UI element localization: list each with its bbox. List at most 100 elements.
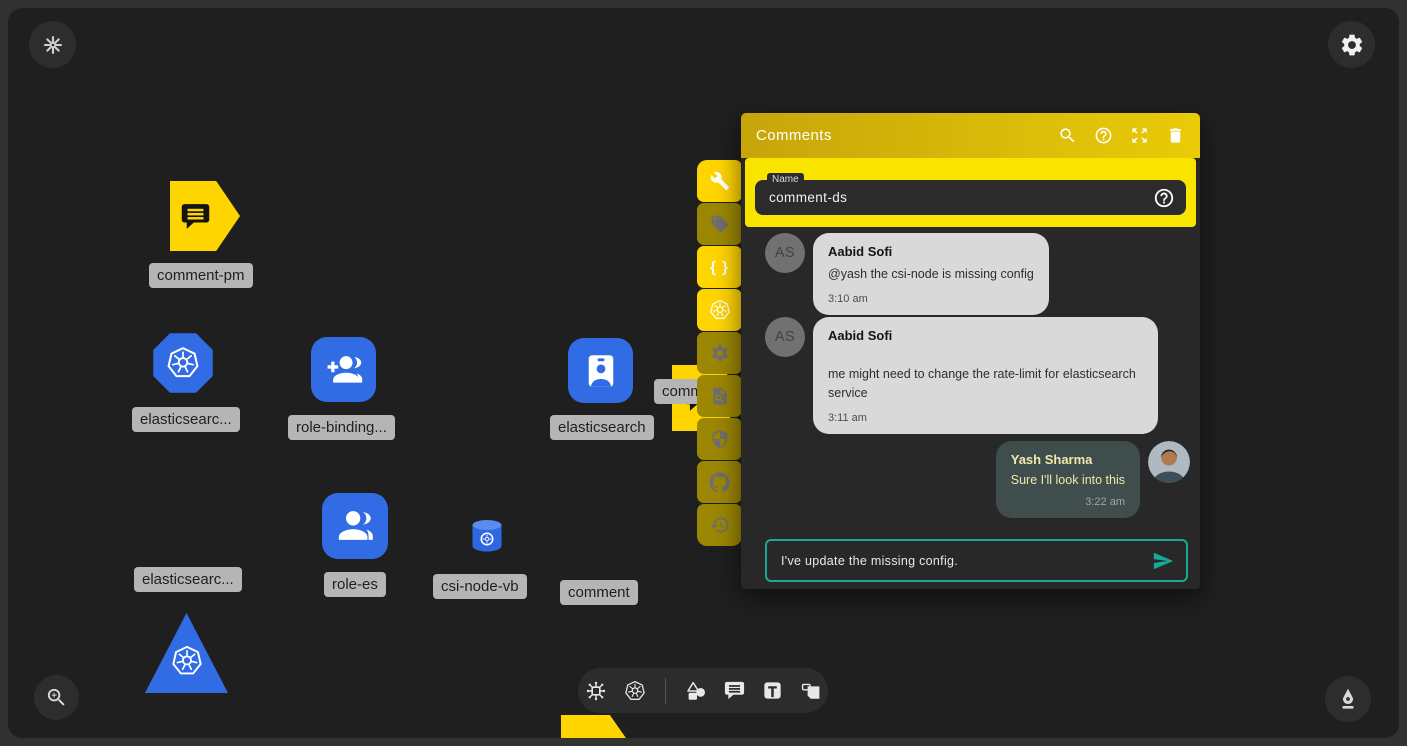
node-label: elasticsearc...: [132, 407, 240, 432]
node-role-binding[interactable]: [311, 337, 376, 402]
message-bubble: Aabid Sofi @yash the csi-node is missing…: [813, 233, 1049, 315]
send-button[interactable]: [1152, 550, 1174, 572]
node-csi-node-vb[interactable]: [469, 519, 505, 555]
gear-icon: [710, 343, 730, 363]
node-elasticsearch-serviceaccount[interactable]: [568, 338, 633, 403]
name-input[interactable]: [755, 190, 1153, 205]
comments-panel-header[interactable]: Comments: [741, 113, 1200, 158]
file-search-icon: [710, 386, 730, 406]
node-elasticsearch-triangle[interactable]: [145, 613, 228, 693]
history-button[interactable]: [697, 504, 742, 546]
json-config-button[interactable]: { }: [697, 246, 742, 288]
kubernetes-button[interactable]: [697, 289, 742, 331]
help-icon[interactable]: [1153, 187, 1175, 209]
component-graph-icon: [584, 679, 608, 703]
node-action-toolbar: { }: [697, 160, 742, 547]
inspect-file-button[interactable]: [697, 375, 742, 417]
role-binding-icon: [323, 349, 365, 391]
message-bubble: Yash Sharma Sure I'll look into this 3:2…: [996, 441, 1140, 518]
message-text: Sure I'll look into this: [1011, 471, 1125, 490]
comment-icon: [571, 735, 605, 738]
note-icon: [799, 679, 823, 703]
note-tool[interactable]: [799, 679, 823, 703]
node-role-es[interactable]: [322, 493, 388, 559]
send-icon: [1152, 550, 1174, 572]
help-icon[interactable]: [1094, 126, 1113, 145]
message-author: Yash Sharma: [1011, 452, 1125, 467]
kubernetes-icon: [708, 298, 732, 322]
message-author: Aabid Sofi: [828, 244, 1034, 259]
name-field[interactable]: Name: [755, 180, 1186, 215]
chat-message: AS Aabid Sofi @yash the csi-node is miss…: [765, 233, 1049, 315]
node-label: csi-node-vb: [433, 574, 527, 599]
shield-icon: [710, 429, 730, 449]
panel-title: Comments: [756, 127, 832, 144]
node-label: elasticsearc...: [134, 567, 242, 592]
message-time: 3:11 am: [828, 412, 1143, 424]
name-field-section: Name: [745, 158, 1196, 227]
design-canvas[interactable]: comment-pm elasticsearc... role-binding.…: [8, 8, 1399, 738]
avatar-photo: [1148, 441, 1190, 483]
comment-icon: [723, 679, 746, 702]
chat-input-container: [765, 539, 1188, 582]
chat-message-input[interactable]: [779, 553, 1152, 569]
pen-nib-icon: [1336, 687, 1360, 711]
component-graph-tool[interactable]: [584, 679, 608, 703]
settings-button[interactable]: [1328, 21, 1375, 68]
kubernetes-icon: [164, 344, 202, 382]
message-text: me might need to change the rate-limit f…: [828, 365, 1143, 403]
kubernetes-icon: [169, 643, 205, 679]
delete-icon[interactable]: [1166, 126, 1185, 145]
kubernetes-icon: [623, 679, 647, 703]
settings-action-button[interactable]: [697, 332, 742, 374]
message-time: 3:10 am: [828, 293, 1034, 305]
message-author: Aabid Sofi: [828, 328, 1143, 343]
configure-button[interactable]: [697, 160, 742, 202]
node-label: comment-pm: [149, 263, 253, 288]
wrench-icon: [710, 171, 730, 191]
app-menu-button[interactable]: [29, 21, 76, 68]
node-label: role-binding...: [288, 415, 395, 440]
kubernetes-tool[interactable]: [623, 679, 647, 703]
shape-toolbar: [578, 668, 828, 713]
role-icon: [333, 504, 377, 548]
flower-wheel-icon: [41, 33, 65, 57]
toolbar-divider: [665, 678, 666, 704]
security-button[interactable]: [697, 418, 742, 460]
tag-icon: [710, 214, 730, 234]
tag-button[interactable]: [697, 203, 742, 245]
node-label: role-es: [324, 572, 386, 597]
comments-panel: Comments Name AS: [741, 113, 1200, 589]
gear-icon: [1339, 32, 1365, 58]
shapes-tool[interactable]: [684, 679, 708, 703]
comment-icon: [179, 200, 212, 233]
message-text: @yash the csi-node is missing config: [828, 265, 1034, 284]
shapes-icon: [684, 679, 708, 703]
message-time: 3:22 am: [1011, 496, 1125, 508]
service-account-icon: [580, 350, 622, 392]
comment-tool[interactable]: [723, 679, 746, 702]
avatar: AS: [765, 317, 805, 357]
history-icon: [710, 515, 730, 535]
message-bubble: Aabid Sofi me might need to change the r…: [813, 317, 1158, 434]
search-icon[interactable]: [1058, 126, 1077, 145]
text-icon: [761, 679, 784, 702]
expand-icon[interactable]: [1130, 126, 1149, 145]
text-tool[interactable]: [761, 679, 784, 702]
pen-button[interactable]: [1325, 676, 1371, 722]
github-icon: [709, 472, 730, 493]
node-label: comment: [560, 580, 638, 605]
github-button[interactable]: [697, 461, 742, 503]
node-comment-pm[interactable]: [170, 181, 240, 251]
zoom-in-icon: [45, 686, 68, 709]
node-comment[interactable]: [561, 715, 635, 738]
zoom-button[interactable]: [34, 675, 79, 720]
node-label: elasticsearch: [550, 415, 654, 440]
name-field-label: Name: [767, 173, 804, 186]
chat-message: AS Aabid Sofi me might need to change th…: [765, 317, 1158, 434]
chat-message: Yash Sharma Sure I'll look into this 3:2…: [996, 441, 1190, 518]
braces-icon: { }: [710, 259, 729, 276]
app-window: comment-pm elasticsearc... role-binding.…: [0, 0, 1407, 746]
avatar: AS: [765, 233, 805, 273]
node-elasticsearch-octagon[interactable]: [152, 332, 214, 394]
